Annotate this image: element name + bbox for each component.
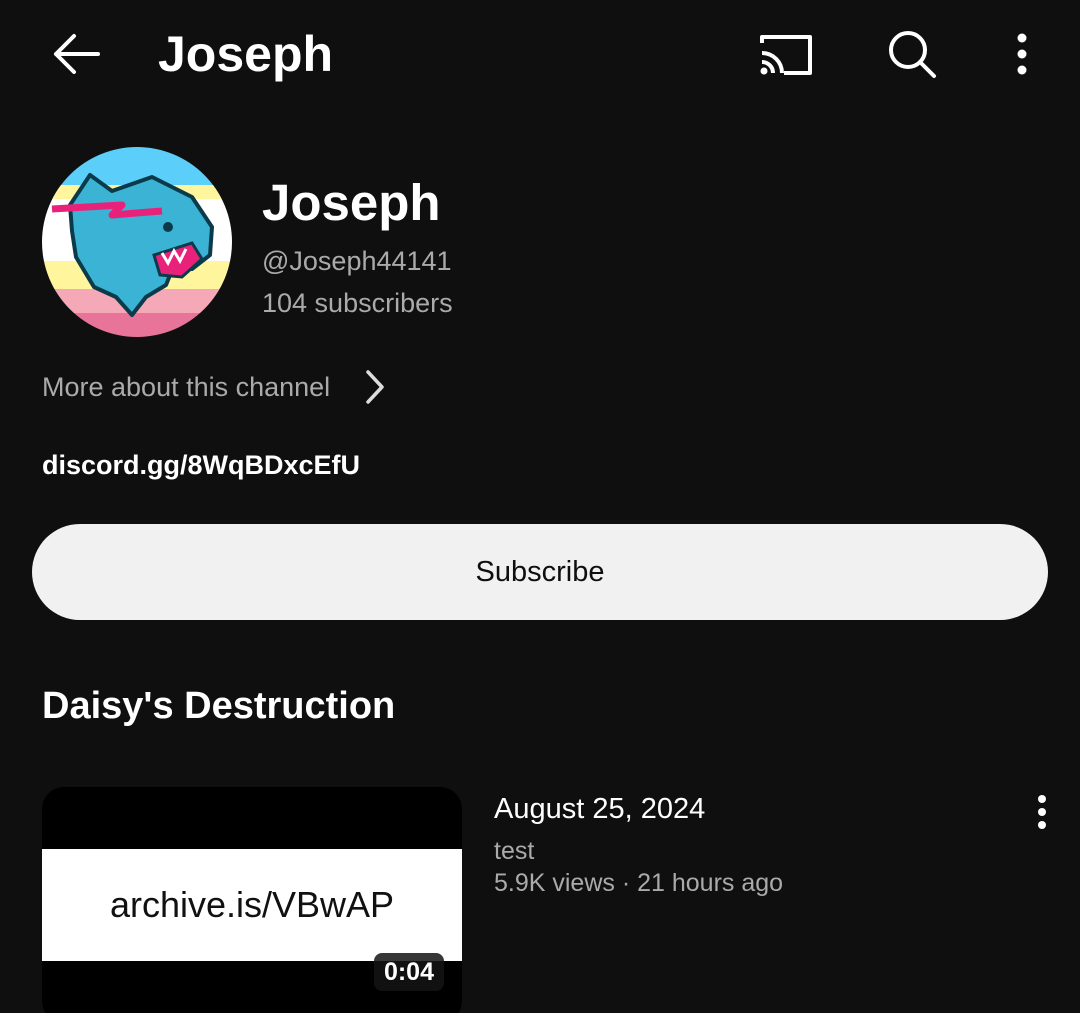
channel-page: Joseph Joseph @Joseph44141 104 subscribe… [0, 0, 1080, 1013]
video-more-vert-icon[interactable] [1020, 788, 1064, 836]
more-vert-icon[interactable] [994, 22, 1050, 86]
search-icon[interactable] [880, 22, 944, 86]
more-about-channel-link[interactable]: More about this channel [42, 364, 390, 410]
cast-icon[interactable] [752, 24, 818, 84]
video-meta: 5.9K views · 21 hours ago [494, 869, 784, 897]
back-arrow-icon[interactable] [44, 22, 108, 86]
thumbnail-image: archive.is/VBwAP [42, 849, 462, 961]
subscribe-button[interactable]: Subscribe [32, 524, 1048, 620]
top-app-bar: Joseph [0, 0, 1080, 108]
thumbnail-text: archive.is/VBwAP [109, 884, 395, 925]
video-description: test [494, 837, 535, 865]
channel-external-link[interactable]: discord.gg/8WqBDxcEfU [42, 448, 360, 482]
section-title: Daisy's Destruction [42, 685, 396, 727]
subscriber-count: 104 subscribers [262, 288, 453, 318]
channel-name: Joseph [262, 174, 441, 231]
page-title: Joseph [158, 26, 334, 82]
channel-avatar[interactable] [42, 147, 232, 337]
chevron-right-icon [360, 367, 390, 407]
more-about-label: More about this channel [42, 372, 331, 402]
video-thumbnail[interactable]: archive.is/VBwAP 0:04 [42, 787, 462, 1013]
video-title[interactable]: August 25, 2024 [494, 790, 705, 828]
duration-badge: 0:04 [373, 953, 444, 991]
channel-handle: @Joseph44141 [262, 246, 452, 276]
